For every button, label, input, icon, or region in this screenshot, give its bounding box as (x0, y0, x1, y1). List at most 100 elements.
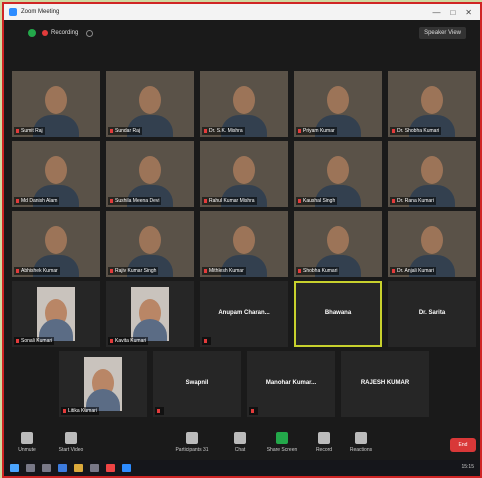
file-explorer-icon[interactable] (74, 464, 83, 472)
participant-face (327, 225, 349, 254)
participant-name: Shobha Kumari (296, 267, 340, 275)
reactions-label: Reactions (349, 447, 373, 453)
chat-icon (234, 432, 246, 444)
close-button[interactable]: ✕ (465, 8, 472, 17)
participant-tile[interactable]: Kaushal Singh (294, 141, 382, 207)
participant-face (45, 155, 67, 184)
windows-start-icon[interactable] (10, 464, 19, 472)
participant-tile[interactable]: Swapnil (153, 351, 241, 417)
chat-button[interactable]: Chat (228, 432, 252, 453)
participant-name: Swapnil (185, 380, 209, 386)
mic-muted-icon (392, 198, 395, 203)
participants-button[interactable]: Participants 31 (172, 432, 212, 453)
mic-muted-icon (63, 408, 66, 413)
participant-tile[interactable]: Dr. Anjali Kumari (388, 211, 476, 277)
participant-name-text: Kavita Kumari (115, 338, 147, 344)
participant-name: Md Danish Alam (14, 197, 60, 205)
share-screen-icon (276, 432, 288, 444)
participant-tile[interactable]: Rahul Kumar Mishra (200, 141, 288, 207)
end-meeting-button[interactable]: End (450, 438, 476, 452)
participant-name: Priyam Kumar (296, 127, 337, 135)
participant-face (233, 85, 255, 114)
store-icon[interactable] (90, 464, 99, 472)
mic-muted-icon (16, 128, 19, 133)
mic-status (249, 407, 258, 415)
participant-tile[interactable]: Md Danish Alam (12, 141, 100, 207)
mic-muted-icon (16, 268, 19, 273)
participant-name: RAJESH KUMAR (360, 380, 410, 386)
video-camera-icon (65, 432, 77, 444)
mic-muted-icon (110, 128, 113, 133)
gallery-grid: Sumit Raj Sundar Raj Dr. S.K. Mishra Pri… (4, 46, 480, 426)
app-icon[interactable] (106, 464, 115, 472)
zoom-window: Zoom Meeting — □ ✕ Recording Speaker Vie… (2, 2, 482, 478)
participant-name-text: Sundar Raj (115, 128, 141, 134)
participant-face (421, 85, 443, 114)
participant-tile[interactable]: Sumit Raj (12, 71, 100, 137)
participant-video (37, 287, 75, 341)
start-video-button[interactable]: Start Video (54, 432, 88, 453)
mic-muted-icon (110, 268, 113, 273)
participant-name: Abhishek Kumar (14, 267, 60, 275)
share-screen-button[interactable]: Share Screen (262, 432, 302, 453)
participant-name-text: Shobha Kumari (303, 268, 338, 274)
participant-tile[interactable]: Dr. S.K. Mishra (200, 71, 288, 137)
participant-name-text: Priyam Kumar (303, 128, 335, 134)
mic-muted-icon (204, 198, 207, 203)
participant-tile[interactable]: Mithlesh Kumar (200, 211, 288, 277)
participant-name-text: Dr. Shobha Kumari (397, 128, 440, 134)
participant-face (45, 225, 67, 254)
participant-name: Kavita Kumari (108, 337, 149, 345)
participant-tile[interactable]: Priyam Kumar (294, 71, 382, 137)
minimize-button[interactable]: — (432, 8, 440, 17)
edge-browser-icon[interactable] (58, 464, 67, 472)
participant-face (327, 85, 349, 114)
zoom-taskbar-icon[interactable] (122, 464, 131, 472)
maximize-button[interactable]: □ (450, 8, 455, 17)
mic-muted-icon (298, 198, 301, 203)
chat-label: Chat (234, 447, 246, 453)
participant-video (84, 357, 122, 411)
participant-tile[interactable]: Sundar Raj (106, 71, 194, 137)
participant-name: Sundar Raj (108, 127, 143, 135)
participant-tile[interactable]: Manohar Kumar... (247, 351, 335, 417)
shield-icon[interactable] (28, 29, 36, 37)
search-icon[interactable] (26, 464, 35, 472)
participant-tile[interactable]: Litika Kumari (59, 351, 147, 417)
participant-tile[interactable]: Kavita Kumari (106, 281, 194, 347)
record-button[interactable]: Record (310, 432, 338, 453)
participant-face (233, 155, 255, 184)
participant-tile[interactable]: RAJESH KUMAR (341, 351, 429, 417)
info-icon[interactable] (86, 29, 94, 37)
participant-tile[interactable]: Abhishek Kumar (12, 211, 100, 277)
participant-tile[interactable]: Anupam Charan... (200, 281, 288, 347)
participant-tile[interactable]: Sushila Meena Devi (106, 141, 194, 207)
speaker-view-button[interactable]: Speaker View (419, 27, 466, 39)
task-view-icon[interactable] (42, 464, 51, 472)
zoom-logo-icon (9, 8, 17, 16)
participant-tile[interactable]: Dr. Rana Kumari (388, 141, 476, 207)
mic-muted-icon (157, 408, 160, 413)
recording-icon (42, 30, 48, 36)
participant-tile[interactable]: Shobha Kumari (294, 211, 382, 277)
mic-muted-icon (204, 268, 207, 273)
mic-muted-icon (298, 268, 301, 273)
reactions-button[interactable]: Reactions (344, 432, 378, 453)
mic-muted-icon (251, 408, 254, 413)
participant-tile[interactable]: Dr. Shobha Kumari (388, 71, 476, 137)
record-label: Record (315, 447, 333, 453)
participant-name-text: Dr. Anjali Kumari (397, 268, 434, 274)
participant-name: Dr. S.K. Mishra (202, 127, 245, 135)
participants-label: Participants (175, 447, 202, 453)
participant-name: Dr. Sarita (418, 310, 446, 316)
participant-tile[interactable]: Sonali Kumari (12, 281, 100, 347)
participant-name-text: Kaushal Singh (303, 198, 336, 204)
mic-muted-icon (16, 338, 19, 343)
participant-name: Sumit Raj (14, 127, 45, 135)
active-speaker-tile[interactable]: Bhawana (294, 281, 382, 347)
participant-tile[interactable]: Rajiv Kumar Singh (106, 211, 194, 277)
participant-count: 31 (202, 447, 209, 453)
participants-icon (186, 432, 198, 444)
participant-tile[interactable]: Dr. Sarita (388, 281, 476, 347)
unmute-button[interactable]: Unmute (12, 432, 42, 453)
